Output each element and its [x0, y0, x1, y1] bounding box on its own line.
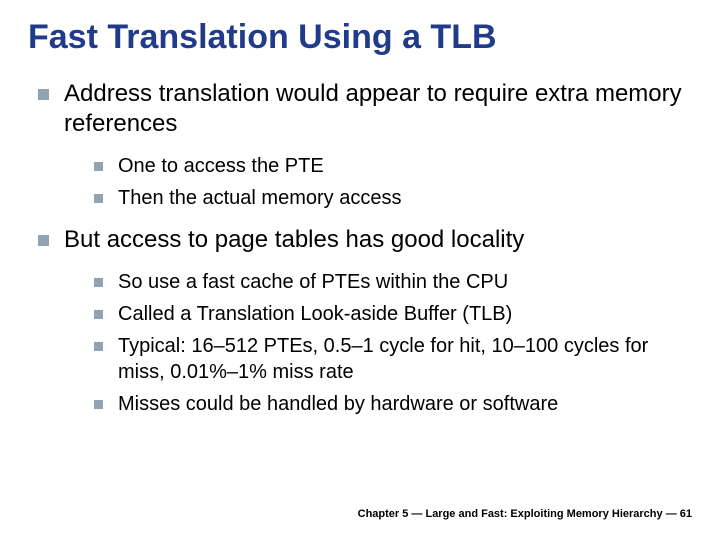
sub-bullet-item: Typical: 16–512 PTEs, 0.5–1 cycle for hi… [92, 333, 692, 385]
bullet-text: Address translation would appear to requ… [64, 80, 682, 137]
sub-bullet-text: Then the actual memory access [118, 187, 401, 209]
sub-bullet-item: Misses could be handled by hardware or s… [92, 391, 692, 417]
bullet-item: But access to page tables has good local… [34, 225, 692, 417]
sub-bullet-text: Called a Translation Look-aside Buffer (… [118, 303, 512, 325]
sub-bullet-text: Typical: 16–512 PTEs, 0.5–1 cycle for hi… [118, 335, 648, 383]
slide-footer: Chapter 5 — Large and Fast: Exploiting M… [358, 508, 692, 520]
sub-bullet-list: One to access the PTE Then the actual me… [92, 153, 692, 211]
bullet-text: But access to page tables has good local… [64, 226, 524, 253]
sub-bullet-text: So use a fast cache of PTEs within the C… [118, 271, 508, 293]
bullet-item: Address translation would appear to requ… [34, 79, 692, 211]
sub-bullet-list: So use a fast cache of PTEs within the C… [92, 269, 692, 417]
sub-bullet-text: One to access the PTE [118, 155, 324, 177]
bullet-list: Address translation would appear to requ… [34, 79, 692, 417]
sub-bullet-item: So use a fast cache of PTEs within the C… [92, 269, 692, 295]
sub-bullet-item: One to access the PTE [92, 153, 692, 179]
slide-title: Fast Translation Using a TLB [28, 18, 692, 57]
sub-bullet-item: Then the actual memory access [92, 185, 692, 211]
sub-bullet-item: Called a Translation Look-aside Buffer (… [92, 301, 692, 327]
slide: Fast Translation Using a TLB Address tra… [0, 0, 720, 417]
sub-bullet-text: Misses could be handled by hardware or s… [118, 393, 558, 415]
